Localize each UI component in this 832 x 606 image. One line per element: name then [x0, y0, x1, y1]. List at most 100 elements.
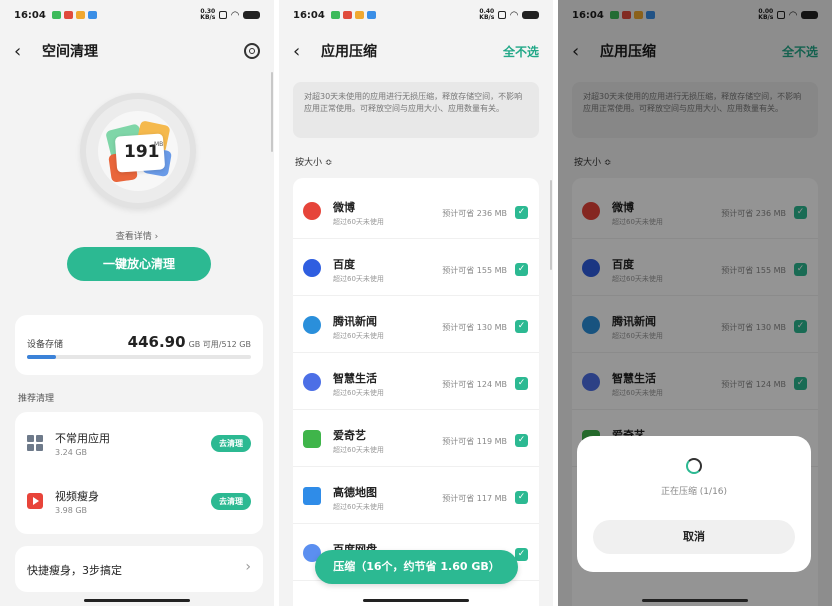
home-indicator[interactable] — [363, 599, 469, 602]
app-row-amap[interactable]: 高德地图 超过60天未使用 预计可省 117 MB ✓ — [293, 467, 539, 524]
app-unused-note: 超过60天未使用 — [333, 218, 384, 226]
app-unused-note: 超过60天未使用 — [333, 446, 384, 454]
app-notification-icon — [75, 11, 85, 19]
chevron-right-icon: › — [245, 559, 251, 575]
cancel-button[interactable]: 取消 — [593, 520, 795, 554]
app-unused-note: 超过60天未使用 — [333, 503, 384, 511]
recommendation-card: 不常用应用 3.24 GB 去清理 视频瘦身 3.98 GB 去清理 — [15, 412, 263, 534]
storage-progress-bar — [27, 355, 251, 359]
tencent-news-icon — [303, 316, 321, 334]
settings-gear-icon[interactable] — [244, 43, 260, 59]
one-click-clean-button[interactable]: 一键放心清理 — [67, 247, 211, 281]
app-unused-note: 超过60天未使用 — [333, 332, 384, 340]
compress-button[interactable]: 压缩（16个，约节省 1.60 GB） — [315, 550, 518, 584]
network-speed: 0.40 KB/s — [479, 8, 495, 21]
app-row-baidu[interactable]: 百度 超过60天未使用 预计可省 155 MB ✓ — [293, 239, 539, 296]
app-estimate: 预计可省 124 MB — [442, 380, 507, 389]
wifi-icon: ◠ — [231, 9, 239, 21]
page-title: 空间清理 — [42, 44, 98, 60]
message-icon — [330, 11, 340, 19]
go-clean-button[interactable]: 去清理 — [211, 434, 251, 452]
app-estimate: 预计可省 155 MB — [442, 266, 507, 275]
quick-slim-label: 快捷瘦身，3步搞定 — [27, 564, 122, 577]
compression-notice: 对超30天未使用的应用进行无损压缩，释放存储空间，不影响应用正常使用。可释放空间… — [293, 82, 539, 138]
app-notification-icon — [87, 11, 97, 19]
notification-icon — [63, 11, 73, 19]
message-icon — [51, 11, 61, 19]
app-notification-icon — [366, 11, 376, 19]
page-title: 应用压缩 — [321, 44, 377, 60]
app-unused-note: 超过60天未使用 — [333, 389, 384, 397]
scrollbar[interactable] — [550, 180, 552, 270]
junk-size-unit: MB — [154, 141, 164, 148]
top-bar: ‹ 应用压缩 全不选 — [293, 38, 539, 64]
device-storage-card[interactable]: 设备存储 446.90 GB 可用/512 GB — [15, 315, 263, 375]
compressing-dialog: 正在压缩 (1/16) 取消 — [577, 436, 811, 572]
loading-spinner-icon — [686, 458, 702, 474]
grid-apps-icon — [27, 435, 43, 451]
compressing-screen: 16:04 0.00 KB/s ◠ ‹ 应用压缩 全不选 对超30天未使用的应用进… — [558, 0, 832, 606]
app-checkbox[interactable]: ✓ — [515, 548, 528, 561]
compress-progress-text: 正在压缩 (1/16) — [660, 487, 728, 497]
sim-icon — [498, 11, 507, 19]
app-checkbox[interactable]: ✓ — [515, 434, 528, 447]
notification-icon — [342, 11, 352, 19]
app-row-iqiyi[interactable]: 爱奇艺 超过60天未使用 预计可省 119 MB ✓ — [293, 410, 539, 467]
app-row-smart-life[interactable]: 智慧生活 超过60天未使用 预计可省 124 MB ✓ — [293, 353, 539, 410]
app-estimate: 预计可省 130 MB — [442, 323, 507, 332]
view-details-link[interactable]: 查看详情 › — [0, 229, 274, 242]
battery-icon — [522, 11, 539, 19]
app-checkbox[interactable]: ✓ — [515, 263, 528, 276]
app-name: 爱奇艺 — [333, 429, 366, 442]
recommendation-size: 3.24 GB — [55, 447, 88, 457]
battery-icon — [243, 11, 260, 19]
app-estimate: 预计可省 236 MB — [442, 209, 507, 218]
wifi-icon: ◠ — [510, 9, 518, 21]
network-speed: 0.30 KB/s — [200, 8, 216, 21]
quick-slim-card[interactable]: 快捷瘦身，3步搞定 › — [15, 546, 263, 592]
video-icon — [27, 493, 43, 509]
app-unused-note: 超过60天未使用 — [333, 275, 384, 283]
weibo-icon — [303, 202, 321, 220]
app-row-tencent-news[interactable]: 腾讯新闻 超过60天未使用 预计可省 130 MB ✓ — [293, 296, 539, 353]
app-name: 腾讯新闻 — [333, 315, 377, 328]
recommendation-size: 3.98 GB — [55, 505, 88, 515]
recommendation-item[interactable]: 不常用应用 3.24 GB 去清理 — [27, 418, 251, 468]
sim-icon — [219, 11, 228, 19]
sort-by-size-button[interactable]: 按大小 ≎ — [295, 155, 332, 168]
app-name: 微博 — [333, 201, 355, 214]
app-name: 百度 — [333, 258, 355, 271]
status-bar: 16:04 0.40 KB/s ◠ — [293, 8, 539, 22]
status-time: 16:04 — [14, 9, 46, 21]
app-row-weibo[interactable]: 微博 超过60天未使用 预计可省 236 MB ✓ — [293, 182, 539, 239]
amap-icon — [303, 487, 321, 505]
home-indicator[interactable] — [84, 599, 190, 602]
baidu-icon — [303, 259, 321, 277]
app-name: 智慧生活 — [333, 372, 377, 385]
junk-size-circle: 191 MB — [80, 93, 196, 209]
back-arrow-icon[interactable]: ‹ — [14, 41, 36, 62]
top-bar: ‹ 空间清理 — [14, 38, 260, 64]
storage-progress-fill — [27, 355, 57, 359]
app-checkbox[interactable]: ✓ — [515, 377, 528, 390]
app-checkbox[interactable]: ✓ — [515, 320, 528, 333]
iqiyi-icon — [303, 430, 321, 448]
recommendation-name: 视频瘦身 — [55, 489, 99, 503]
space-cleanup-screen: 16:04 0.30 KB/s ◠ ‹ 空间清理 191 MB 查看详情 › 一键… — [0, 0, 274, 606]
status-time: 16:04 — [293, 9, 325, 21]
app-checkbox[interactable]: ✓ — [515, 206, 528, 219]
app-compression-screen: 16:04 0.40 KB/s ◠ ‹ 应用压缩 全不选 对超30天未使用的应用进… — [279, 0, 553, 606]
app-name: 高德地图 — [333, 486, 377, 499]
app-checkbox[interactable]: ✓ — [515, 491, 528, 504]
app-notification-icon — [354, 11, 364, 19]
scrollbar[interactable] — [271, 72, 273, 152]
app-estimate: 预计可省 117 MB — [442, 494, 507, 503]
smart-life-icon — [303, 373, 321, 391]
deselect-all-button[interactable]: 全不选 — [503, 43, 539, 60]
storage-available: 446.90 GB 可用/512 GB — [127, 333, 251, 351]
back-arrow-icon[interactable]: ‹ — [293, 41, 315, 62]
go-clean-button[interactable]: 去清理 — [211, 492, 251, 510]
home-indicator[interactable] — [642, 599, 748, 602]
recommendation-item[interactable]: 视频瘦身 3.98 GB 去清理 — [27, 476, 251, 526]
app-estimate: 预计可省 119 MB — [442, 437, 507, 446]
